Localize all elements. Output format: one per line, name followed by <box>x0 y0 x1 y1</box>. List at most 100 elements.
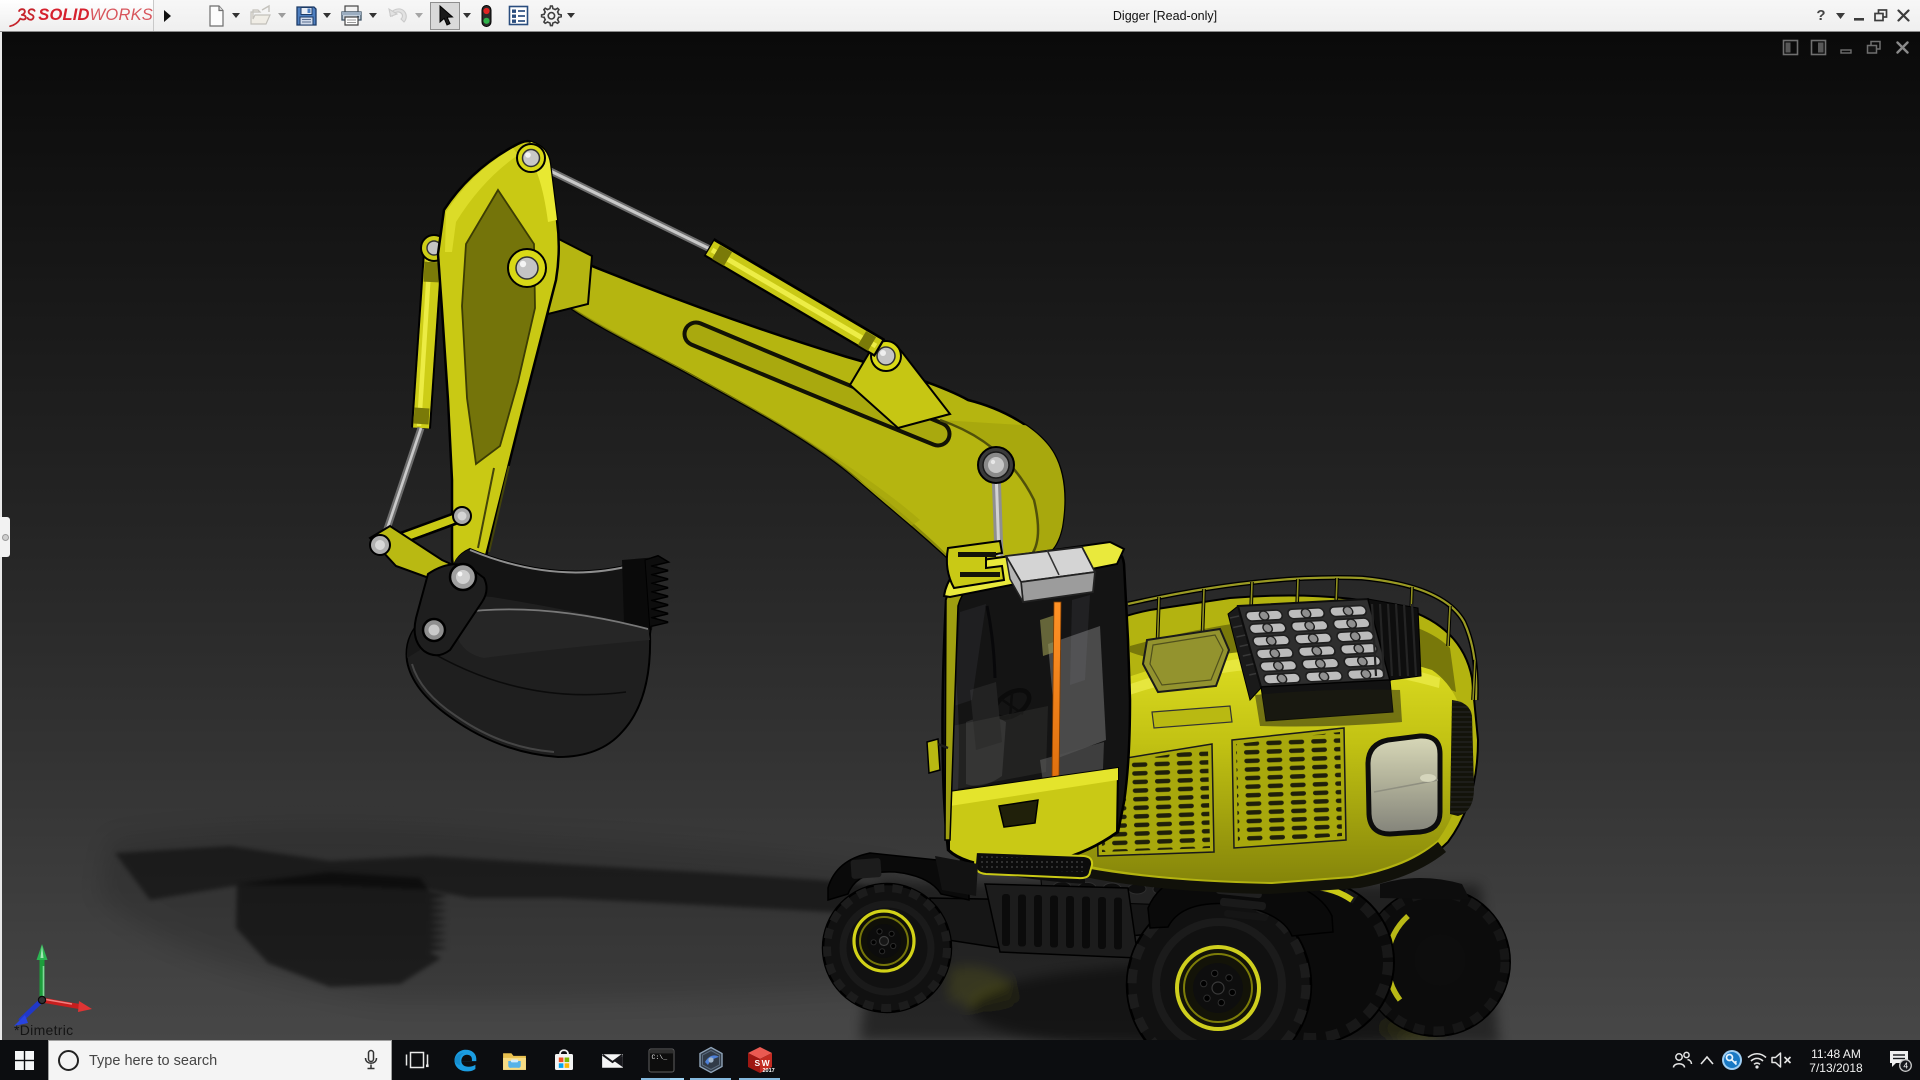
restore-icon <box>1874 9 1888 22</box>
feature-tree-collapsed-tab[interactable] <box>0 517 10 557</box>
doc-restore-button[interactable] <box>1864 38 1884 56</box>
dropdown-arrow-icon <box>415 13 423 18</box>
open-button[interactable] <box>247 2 275 30</box>
print-dropdown[interactable] <box>366 2 379 30</box>
minimize-icon <box>1839 40 1854 55</box>
help-dropdown[interactable] <box>1832 2 1848 30</box>
search-input[interactable] <box>89 1053 339 1069</box>
print-button[interactable] <box>338 2 366 30</box>
taskbar-solidworks-2017[interactable]: SW 2017 <box>735 1040 784 1080</box>
dropdown-arrow-icon <box>323 13 331 18</box>
people-icon <box>1671 1050 1693 1070</box>
file-explorer-icon <box>501 1047 528 1074</box>
solidworks-window: SOLIDWORKS <box>0 0 1920 1080</box>
volume-button[interactable] <box>1769 1040 1794 1080</box>
undo-dropdown[interactable] <box>412 2 425 30</box>
document-title: Digger [Read-only] <box>535 0 1795 31</box>
save-dropdown[interactable] <box>320 2 333 30</box>
taskbar-command-prompt[interactable]: C:\_ <box>637 1040 686 1080</box>
doc-minimize-button[interactable] <box>1836 38 1856 56</box>
taskbar-clock[interactable]: 11:48 AM 7/13/2018 <box>1798 1046 1874 1075</box>
people-button[interactable] <box>1669 1040 1694 1080</box>
doc-close-button[interactable] <box>1892 38 1912 56</box>
dropdown-arrow-icon <box>232 13 240 18</box>
sign-in-options-button[interactable] <box>1719 1040 1744 1080</box>
composer-player-icon <box>697 1046 725 1074</box>
toolbar-flyout-arrow[interactable] <box>158 0 176 31</box>
save-button[interactable] <box>293 2 320 30</box>
solidworks-menu-button[interactable]: SOLIDWORKS <box>0 0 154 31</box>
printer-icon <box>340 4 364 27</box>
selected-edge <box>1052 602 1061 778</box>
title-bar: SOLIDWORKS <box>0 0 1920 32</box>
settings-button[interactable] <box>537 2 564 30</box>
boom-assembly[interactable] <box>534 163 1070 606</box>
restore-button[interactable] <box>1870 2 1892 30</box>
pane-left-button[interactable] <box>1780 38 1800 56</box>
cortana-icon <box>58 1050 79 1071</box>
dropdown-arrow-icon <box>278 13 286 18</box>
close-button[interactable] <box>1892 2 1914 30</box>
command-prompt-icon: C:\_ <box>648 1048 675 1073</box>
stick-assembly[interactable] <box>370 141 559 582</box>
select-tool-button[interactable] <box>430 2 460 30</box>
undo-button[interactable] <box>384 2 412 30</box>
select-dropdown[interactable] <box>460 2 473 30</box>
volume-muted-icon <box>1770 1051 1793 1069</box>
dropdown-arrow-icon <box>369 13 377 18</box>
front-left-wheel[interactable] <box>823 884 951 1012</box>
undo-arrow-icon <box>386 5 410 27</box>
action-center-button[interactable]: 4 <box>1878 1040 1920 1080</box>
new-document-icon <box>205 4 227 28</box>
help-button[interactable]: ? <box>1810 2 1832 30</box>
taskbar-file-explorer[interactable] <box>490 1040 539 1080</box>
settings-dropdown[interactable] <box>564 2 577 30</box>
window-controls: ? <box>1810 0 1914 31</box>
action-center-icon: 4 <box>1887 1048 1912 1072</box>
clock-time: 11:48 AM <box>1798 1047 1874 1061</box>
tray-overflow-button[interactable] <box>1694 1040 1719 1080</box>
microphone-icon[interactable] <box>363 1049 379 1072</box>
svg-text:C:\_: C:\_ <box>652 1054 668 1061</box>
taskbar-store[interactable] <box>539 1040 588 1080</box>
taskbar-edge[interactable] <box>441 1040 490 1080</box>
solidworks-2017-icon: SW 2017 <box>745 1045 775 1075</box>
key-sign-in-icon <box>1721 1049 1743 1071</box>
new-document-button[interactable] <box>203 2 229 30</box>
close-icon <box>1897 9 1910 22</box>
task-view-icon <box>404 1049 430 1071</box>
restore-icon <box>1866 40 1882 55</box>
graphics-viewport[interactable]: *Dimetric <box>0 32 1920 1040</box>
open-dropdown[interactable] <box>275 2 288 30</box>
taskbar-search[interactable] <box>48 1040 392 1080</box>
chevron-up-icon <box>1699 1055 1715 1065</box>
cab[interactable] <box>927 541 1130 878</box>
new-document-dropdown[interactable] <box>229 2 242 30</box>
bucket[interactable] <box>407 549 668 757</box>
start-button[interactable] <box>0 1040 48 1080</box>
clock-date: 7/13/2018 <box>1798 1061 1874 1075</box>
minimize-button[interactable] <box>1848 2 1870 30</box>
task-view-button[interactable] <box>392 1040 441 1080</box>
edge-browser-icon <box>452 1047 479 1074</box>
wifi-icon <box>1746 1051 1768 1069</box>
digger-3d-model[interactable] <box>0 32 1920 1040</box>
tab-knob-icon <box>2 534 9 541</box>
pane-left-icon <box>1782 39 1799 56</box>
quick-access-toolbar <box>203 0 577 31</box>
close-icon <box>1895 40 1910 55</box>
performance-lights-button[interactable] <box>478 2 495 30</box>
options-list-button[interactable] <box>505 2 532 30</box>
system-tray: 11:48 AM 7/13/2018 4 <box>1669 1040 1920 1080</box>
svg-text:4: 4 <box>1903 1061 1908 1071</box>
mail-icon <box>599 1047 626 1074</box>
taskbar-composer-player[interactable] <box>686 1040 735 1080</box>
pane-right-button[interactable] <box>1808 38 1828 56</box>
dropdown-arrow-icon <box>463 13 471 18</box>
dassault-ds-icon <box>7 1 37 31</box>
brand-wordmark: SOLIDWORKS <box>38 6 153 25</box>
taskbar-mail[interactable] <box>588 1040 637 1080</box>
wifi-button[interactable] <box>1744 1040 1769 1080</box>
save-floppy-icon <box>295 4 318 27</box>
select-cursor-icon <box>436 5 454 27</box>
